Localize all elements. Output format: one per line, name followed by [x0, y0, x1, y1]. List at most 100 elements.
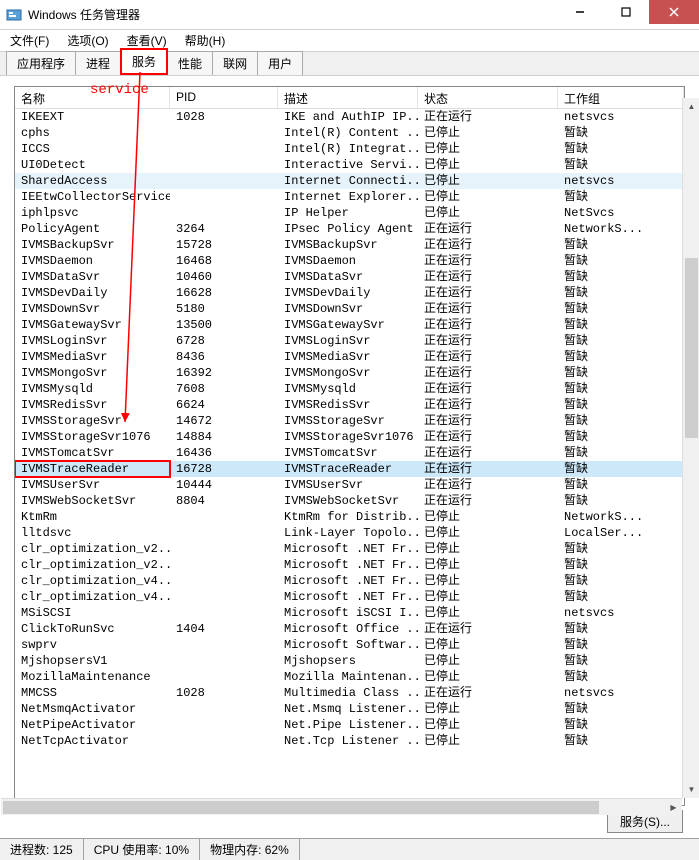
table-row[interactable]: IVMSMediaSvr8436IVMSMediaSvr正在运行暂缺 [15, 349, 684, 365]
table-row[interactable]: lltdsvcLink-Layer Topolo...已停止LocalSer..… [15, 525, 684, 541]
cell-desc: Microsoft iSCSI I... [278, 605, 418, 621]
cell-group: 暂缺 [558, 253, 684, 269]
tab-1[interactable]: 进程 [75, 51, 121, 75]
table-row[interactable]: IVMSStorageSvr107614884IVMSStorageSvr107… [15, 429, 684, 445]
cell-name: IVMSUserSvr [15, 477, 170, 493]
cell-name: clr_optimization_v2... [15, 557, 170, 573]
table-row[interactable]: ICCSIntel(R) Integrat...已停止暂缺 [15, 141, 684, 157]
menu-help[interactable]: 帮助(H) [181, 30, 230, 51]
cell-group: NetSvcs [558, 205, 684, 221]
table-row[interactable]: IVMSBackupSvr15728IVMSBackupSvr正在运行暂缺 [15, 237, 684, 253]
tab-2[interactable]: 服务 [120, 48, 168, 75]
table-row[interactable]: IVMSDownSvr5180IVMSDownSvr正在运行暂缺 [15, 301, 684, 317]
cell-pid: 16436 [170, 445, 278, 461]
cell-name: clr_optimization_v4... [15, 589, 170, 605]
scrollbar-vertical[interactable]: ▲ ▼ [682, 98, 699, 798]
scroll-right-icon[interactable]: ▶ [665, 799, 682, 816]
table-row[interactable]: clr_optimization_v2...Microsoft .NET Fr.… [15, 541, 684, 557]
minimize-button[interactable] [557, 0, 603, 24]
scrollbar-horizontal[interactable]: ▶ [1, 798, 682, 815]
tab-0[interactable]: 应用程序 [6, 51, 76, 75]
content-area: 名称PID描述状态工作组 IKEEXT1028IKE and AuthIP IP… [0, 76, 699, 816]
maximize-button[interactable] [603, 0, 649, 24]
table-row[interactable]: swprvMicrosoft Softwar...已停止暂缺 [15, 637, 684, 653]
table-row[interactable]: clr_optimization_v4...Microsoft .NET Fr.… [15, 589, 684, 605]
table-row[interactable]: MMCSS1028Multimedia Class ...正在运行netsvcs [15, 685, 684, 701]
menu-file[interactable]: 文件(F) [6, 30, 53, 51]
table-row[interactable]: IVMSLoginSvr6728IVMSLoginSvr正在运行暂缺 [15, 333, 684, 349]
cell-status: 正在运行 [418, 413, 558, 429]
cell-status: 已停止 [418, 669, 558, 685]
tab-4[interactable]: 联网 [212, 51, 258, 75]
table-row[interactable]: IVMSMysqld7608IVMSMysqld正在运行暂缺 [15, 381, 684, 397]
cell-name: IVMSMediaSvr [15, 349, 170, 365]
cell-status: 正在运行 [418, 301, 558, 317]
cell-pid [170, 589, 278, 605]
cell-status: 正在运行 [418, 381, 558, 397]
table-row[interactable]: UI0DetectInteractive Servi...已停止暂缺 [15, 157, 684, 173]
table-row[interactable]: cphsIntel(R) Content ...已停止暂缺 [15, 125, 684, 141]
close-button[interactable] [649, 0, 699, 24]
menu-options[interactable]: 选项(O) [63, 30, 112, 51]
scroll-thumb-v[interactable] [685, 258, 698, 438]
table-row[interactable]: IVMSUserSvr10444IVMSUserSvr正在运行暂缺 [15, 477, 684, 493]
scroll-thumb-h[interactable] [3, 801, 599, 814]
table-row[interactable]: NetMsmqActivatorNet.Msmq Listener...已停止暂… [15, 701, 684, 717]
cell-name: ICCS [15, 141, 170, 157]
cell-pid: 14884 [170, 429, 278, 445]
cell-name: NetTcpActivator [15, 733, 170, 749]
scroll-up-icon[interactable]: ▲ [683, 98, 699, 115]
cell-group: 暂缺 [558, 589, 684, 605]
table-row[interactable]: IVMSTraceReader16728IVMSTraceReader正在运行暂… [15, 461, 684, 477]
table-row[interactable]: MozillaMaintenanceMozilla Maintenan...已停… [15, 669, 684, 685]
table-row[interactable]: IVMSDevDaily16628IVMSDevDaily正在运行暂缺 [15, 285, 684, 301]
cell-status: 正在运行 [418, 429, 558, 445]
table-row[interactable]: iphlpsvcIP Helper已停止NetSvcs [15, 205, 684, 221]
column-header[interactable]: 描述 [278, 87, 418, 108]
table-row[interactable]: MjshopsersV1Mjshopsers已停止暂缺 [15, 653, 684, 669]
table-row[interactable]: IVMSStorageSvr14672IVMSStorageSvr正在运行暂缺 [15, 413, 684, 429]
table-row[interactable]: IVMSRedisSvr6624IVMSRedisSvr正在运行暂缺 [15, 397, 684, 413]
table-row[interactable]: IVMSMongoSvr16392IVMSMongoSvr正在运行暂缺 [15, 365, 684, 381]
table-row[interactable]: IVMSWebSocketSvr8804IVMSWebSocketSvr正在运行… [15, 493, 684, 509]
table-row[interactable]: IEEtwCollectorServiceInternet Explorer..… [15, 189, 684, 205]
column-header[interactable]: 工作组 [558, 87, 684, 108]
table-row[interactable]: KtmRmKtmRm for Distrib...已停止NetworkS... [15, 509, 684, 525]
table-row[interactable]: NetTcpActivatorNet.Tcp Listener ...已停止暂缺 [15, 733, 684, 749]
cell-name: KtmRm [15, 509, 170, 525]
table-row[interactable]: IVMSDataSvr10460IVMSDataSvr正在运行暂缺 [15, 269, 684, 285]
column-header[interactable]: PID [170, 87, 278, 108]
tab-3[interactable]: 性能 [167, 51, 213, 75]
tab-5[interactable]: 用户 [257, 51, 303, 75]
cell-group: 暂缺 [558, 349, 684, 365]
table-row[interactable]: IVMSTomcatSvr16436IVMSTomcatSvr正在运行暂缺 [15, 445, 684, 461]
cell-name: IVMSDevDaily [15, 285, 170, 301]
list-body[interactable]: IKEEXT1028IKE and AuthIP IP...正在运行netsvc… [15, 109, 684, 805]
table-row[interactable]: PolicyAgent3264IPsec Policy Agent正在运行Net… [15, 221, 684, 237]
table-row[interactable]: NetPipeActivatorNet.Pipe Listener...已停止暂… [15, 717, 684, 733]
cell-group: 暂缺 [558, 637, 684, 653]
cell-status: 已停止 [418, 173, 558, 189]
window-controls [557, 0, 699, 29]
status-procs: 进程数: 125 [0, 839, 84, 860]
column-header[interactable]: 状态 [418, 87, 558, 108]
table-row[interactable]: clr_optimization_v4...Microsoft .NET Fr.… [15, 573, 684, 589]
table-row[interactable]: IVMSDaemon16468IVMSDaemon正在运行暂缺 [15, 253, 684, 269]
table-row[interactable]: clr_optimization_v2...Microsoft .NET Fr.… [15, 557, 684, 573]
table-row[interactable]: IKEEXT1028IKE and AuthIP IP...正在运行netsvc… [15, 109, 684, 125]
table-row[interactable]: IVMSGatewaySvr13500IVMSGatewaySvr正在运行暂缺 [15, 317, 684, 333]
cell-desc: IKE and AuthIP IP... [278, 109, 418, 125]
cell-status: 正在运行 [418, 365, 558, 381]
table-row[interactable]: MSiSCSIMicrosoft iSCSI I...已停止netsvcs [15, 605, 684, 621]
cell-pid [170, 157, 278, 173]
cell-name: clr_optimization_v2... [15, 541, 170, 557]
cell-desc: IPsec Policy Agent [278, 221, 418, 237]
cell-pid: 16468 [170, 253, 278, 269]
cell-desc: Internet Connecti... [278, 173, 418, 189]
scroll-down-icon[interactable]: ▼ [683, 781, 699, 798]
cell-status: 已停止 [418, 717, 558, 733]
cell-desc: IVMSMongoSvr [278, 365, 418, 381]
cell-status: 正在运行 [418, 333, 558, 349]
table-row[interactable]: ClickToRunSvc1404Microsoft Office ...正在运… [15, 621, 684, 637]
table-row[interactable]: SharedAccessInternet Connecti...已停止netsv… [15, 173, 684, 189]
